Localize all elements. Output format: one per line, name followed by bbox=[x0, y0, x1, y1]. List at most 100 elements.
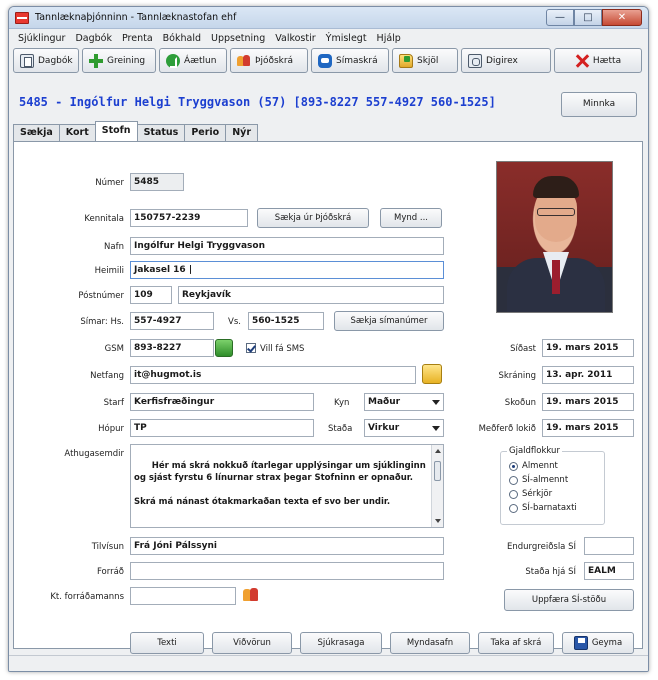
tilvisun-field[interactable]: Frá Jóni Pálssyni bbox=[130, 537, 444, 555]
digirex-button[interactable]: Digirex bbox=[461, 48, 551, 73]
gjaldflokkur-title: Gjaldflokkur bbox=[507, 446, 562, 456]
menu-uppsetning[interactable]: Uppsetning bbox=[206, 30, 270, 47]
kennitala-field[interactable]: 150757-2239 bbox=[130, 209, 248, 227]
radio-serkjor[interactable] bbox=[509, 490, 518, 499]
nafn-field[interactable]: Ingólfur Helgi Tryggvason bbox=[130, 237, 444, 255]
minnka-button[interactable]: Minnka bbox=[561, 92, 637, 117]
sidast-field: 19. mars 2015 bbox=[542, 339, 634, 357]
chevron-down-icon bbox=[432, 426, 440, 431]
patient-header: 5485 - Ingólfur Helgi Tryggvason (57) [8… bbox=[19, 95, 496, 109]
starf-label: Starf bbox=[103, 398, 124, 408]
stada-value: Virkur bbox=[368, 423, 400, 433]
kyn-select[interactable]: Maður bbox=[364, 393, 444, 411]
greining-label: Greining bbox=[107, 55, 146, 66]
haetta-button[interactable]: Hætta bbox=[554, 48, 642, 73]
skjol-button[interactable]: Skjöl bbox=[392, 48, 458, 73]
vinnusimi-field[interactable]: 560-1525 bbox=[248, 312, 324, 330]
toolbar: Dagbók Greining Áætlun Þjóðskrá Símaskrá… bbox=[13, 48, 645, 75]
gjaldflokkur-group: Gjaldflokkur Almennt SÍ-almennt Sérkjör … bbox=[500, 446, 605, 525]
menu-dagbok[interactable]: Dagbók bbox=[70, 30, 117, 47]
hopur-field[interactable]: TP bbox=[130, 419, 314, 437]
scroll-thumb[interactable] bbox=[434, 461, 441, 481]
starf-field[interactable]: Kerfisfræðingur bbox=[130, 393, 314, 411]
stadur-field[interactable]: Reykjavík bbox=[178, 286, 444, 304]
tab-perio[interactable]: Perio bbox=[184, 124, 227, 141]
mynd-button[interactable]: Mynd ... bbox=[380, 208, 442, 228]
menu-sjuklingur[interactable]: Sjúklingur bbox=[13, 30, 70, 47]
gsm-field[interactable]: 893-8227 bbox=[130, 339, 214, 357]
tab-stofn[interactable]: Stofn bbox=[94, 121, 138, 141]
skjol-label: Skjöl bbox=[417, 55, 439, 66]
skodun-label: Skoðun bbox=[504, 398, 536, 408]
kt-forradamanns-label: Kt. forráðamanns bbox=[50, 592, 124, 602]
myndasafn-button[interactable]: Myndasafn bbox=[390, 632, 470, 654]
saekja-simanumer-button[interactable]: Sækja símanúmer bbox=[334, 311, 444, 331]
send-sms-icon[interactable] bbox=[215, 339, 233, 357]
forrad-label: Forráð bbox=[96, 567, 124, 577]
athugasemdir-textarea[interactable]: Hér má skrá nokkuð ítarlegar upplýsingar… bbox=[130, 444, 444, 528]
greining-button[interactable]: Greining bbox=[82, 48, 156, 73]
sjukrasaga-button[interactable]: Sjúkrasaga bbox=[300, 632, 382, 654]
menu-prenta[interactable]: Prenta bbox=[117, 30, 158, 47]
skodun-field: 19. mars 2015 bbox=[542, 393, 634, 411]
vidvorun-button[interactable]: Viðvörun bbox=[212, 632, 292, 654]
stada-si-field: EALM bbox=[584, 562, 634, 580]
app-icon bbox=[15, 12, 29, 24]
stofn-panel: Númer 5485 Kennitala 150757-2239 Sækja ú… bbox=[13, 141, 643, 654]
scroll-down-icon[interactable] bbox=[435, 519, 441, 523]
app-window: Tannlæknaþjónninn - Tannlæknastofan ehf … bbox=[8, 6, 649, 672]
menu-bokhald[interactable]: Bókhald bbox=[158, 30, 206, 47]
window-title: Tannlæknaþjónninn - Tannlæknastofan ehf bbox=[35, 12, 237, 23]
stada-select[interactable]: Virkur bbox=[364, 419, 444, 437]
forrad-field[interactable] bbox=[130, 562, 444, 580]
geyma-label: Geyma bbox=[591, 638, 623, 648]
uppfaera-si-stodu-button[interactable]: Uppfæra SÍ-stöðu bbox=[504, 589, 634, 611]
tab-status[interactable]: Status bbox=[136, 124, 186, 141]
skraning-field: 13. apr. 2011 bbox=[542, 366, 634, 384]
netfang-field[interactable]: it@hugmot.is bbox=[130, 366, 416, 384]
aaetlun-button[interactable]: Áætlun bbox=[159, 48, 227, 73]
radio-almennt[interactable] bbox=[509, 462, 518, 471]
vertical-scrollbar[interactable] bbox=[431, 445, 443, 527]
dagbok-button[interactable]: Dagbók bbox=[13, 48, 79, 73]
saekja-thjodskra-button[interactable]: Sækja úr Þjóðskrá bbox=[257, 208, 369, 228]
close-button[interactable]: ✕ bbox=[602, 9, 642, 26]
thjodskra-button[interactable]: Þjóðskrá bbox=[230, 48, 308, 73]
radio-si-almennt[interactable] bbox=[509, 476, 518, 485]
heimili-label: Heimili bbox=[94, 266, 124, 276]
texti-button[interactable]: Texti bbox=[130, 632, 204, 654]
maximize-button[interactable]: □ bbox=[574, 9, 602, 26]
menu-valkostir[interactable]: Valkostir bbox=[270, 30, 320, 47]
si-barnataxti-label: SÍ-barnataxti bbox=[522, 503, 577, 513]
taka-af-skra-button[interactable]: Taka af skrá bbox=[478, 632, 554, 654]
stada-si-label: Staða hjá SÍ bbox=[525, 567, 576, 577]
book-icon bbox=[20, 53, 34, 68]
geyma-button[interactable]: Geyma bbox=[562, 632, 634, 654]
digirex-label: Digirex bbox=[486, 55, 518, 66]
endurgreidsla-label: Endurgreiðsla SÍ bbox=[507, 542, 576, 552]
tab-kort[interactable]: Kort bbox=[58, 124, 96, 141]
heimasimi-field[interactable]: 557-4927 bbox=[130, 312, 214, 330]
haetta-label: Hætta bbox=[592, 55, 622, 66]
simaskra-label: Símaskrá bbox=[336, 55, 378, 66]
people-icon[interactable] bbox=[242, 586, 260, 604]
tab-nyr[interactable]: Nýr bbox=[225, 124, 259, 141]
heimili-field[interactable]: Jakasel 16 | bbox=[130, 261, 444, 279]
radio-si-barnataxti[interactable] bbox=[509, 504, 518, 513]
scroll-up-icon[interactable] bbox=[435, 449, 441, 453]
simaskra-button[interactable]: Símaskrá bbox=[311, 48, 389, 73]
menu-ymislegt[interactable]: Ýmislegt bbox=[321, 30, 372, 47]
check-circle-icon bbox=[166, 53, 180, 68]
gsm-label: GSM bbox=[104, 344, 124, 354]
menu-hjalp[interactable]: Hjálp bbox=[372, 30, 406, 47]
people-icon bbox=[237, 54, 251, 68]
tab-saekja[interactable]: Sækja bbox=[13, 124, 60, 141]
email-icon[interactable] bbox=[422, 364, 442, 384]
sms-checkbox[interactable] bbox=[246, 343, 256, 353]
postnumer-field[interactable]: 109 bbox=[130, 286, 172, 304]
athugasemdir-label: Athugasemdir bbox=[64, 449, 124, 459]
minimize-button[interactable]: — bbox=[546, 9, 574, 26]
kt-forradamanns-field[interactable] bbox=[130, 587, 236, 605]
simar-label: Símar: Hs. bbox=[80, 317, 124, 327]
folder-icon bbox=[399, 53, 413, 68]
